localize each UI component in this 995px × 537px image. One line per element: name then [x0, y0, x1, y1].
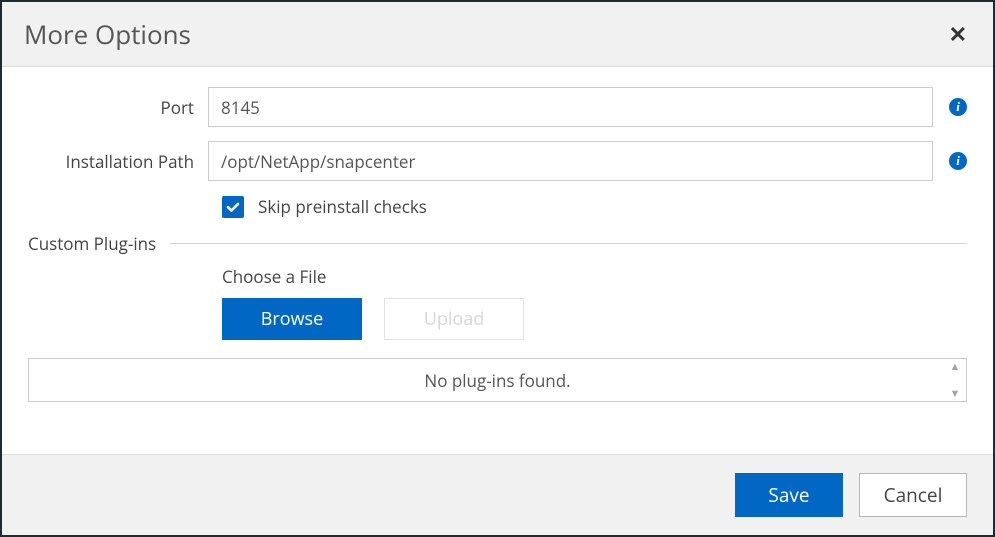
plugins-empty-text: No plug-ins found. — [424, 369, 570, 392]
installation-path-input-wrap: i — [208, 141, 967, 181]
dialog-body: Port i Installation Path i Skip preinsta… — [2, 67, 993, 454]
dialog-header: More Options ✕ — [2, 2, 993, 67]
info-icon[interactable]: i — [949, 152, 967, 170]
info-icon[interactable]: i — [949, 98, 967, 116]
check-icon — [225, 199, 241, 215]
installation-path-label: Installation Path — [28, 150, 208, 173]
cancel-button[interactable]: Cancel — [859, 473, 967, 517]
skip-preinstall-row: Skip preinstall checks — [222, 195, 967, 218]
installation-path-input[interactable] — [208, 141, 933, 181]
dialog-footer: Save Cancel — [2, 454, 993, 535]
close-icon[interactable]: ✕ — [945, 19, 971, 49]
port-input-wrap: i — [208, 87, 967, 127]
stepper-down-icon[interactable]: ▼ — [946, 388, 964, 399]
plugins-stepper: ▲ ▼ — [946, 361, 964, 399]
custom-plugins-legend: Custom Plug-ins — [28, 232, 170, 255]
skip-preinstall-checkbox[interactable] — [222, 196, 244, 218]
choose-file-label: Choose a File — [222, 265, 967, 288]
more-options-dialog: More Options ✕ Port i Installation Path … — [0, 0, 995, 537]
port-label: Port — [28, 96, 208, 119]
dialog-title: More Options — [24, 16, 191, 52]
file-button-row: Browse Upload — [222, 298, 967, 340]
port-input[interactable] — [208, 87, 933, 127]
plugins-list[interactable]: No plug-ins found. ▲ ▼ — [28, 358, 967, 402]
browse-button[interactable]: Browse — [222, 298, 362, 340]
stepper-up-icon[interactable]: ▲ — [946, 361, 964, 372]
custom-plugins-section: Custom Plug-ins — [28, 232, 967, 255]
upload-button: Upload — [384, 298, 524, 340]
port-row: Port i — [28, 87, 967, 127]
installation-path-row: Installation Path i — [28, 141, 967, 181]
save-button[interactable]: Save — [735, 473, 843, 517]
divider — [170, 243, 967, 244]
skip-preinstall-label: Skip preinstall checks — [258, 195, 427, 218]
